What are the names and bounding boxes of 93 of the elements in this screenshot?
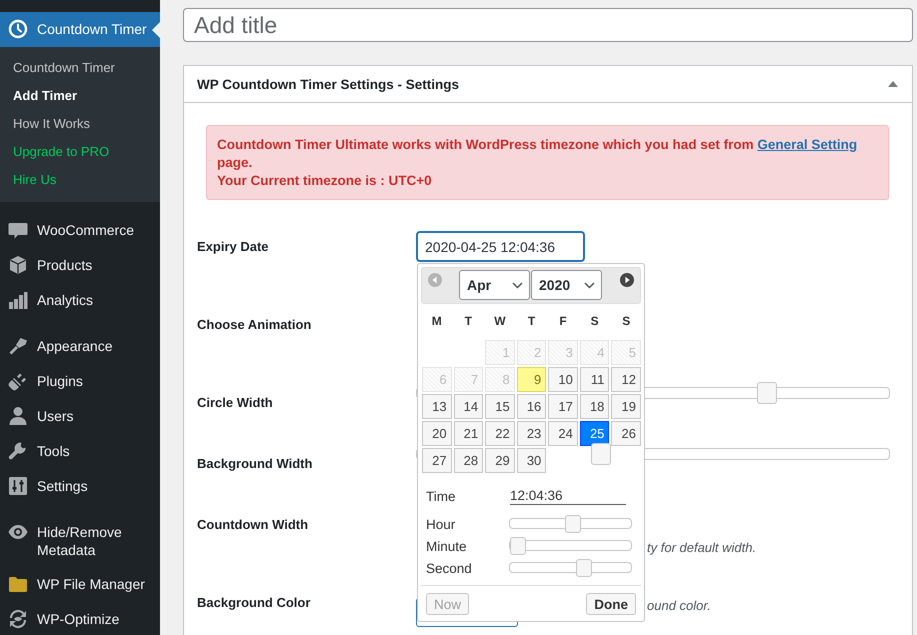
- calendar-day[interactable]: 10: [548, 367, 578, 392]
- weekday-label: W: [493, 313, 507, 330]
- menu-pointer-icon: [152, 22, 160, 38]
- menu-item[interactable]: Analytics: [0, 283, 160, 318]
- field-hint: ound color.: [647, 597, 711, 615]
- slider-track[interactable]: [509, 559, 632, 577]
- submenu-item[interactable]: Add Timer: [0, 82, 160, 110]
- field-hint: ty for default width.: [647, 539, 756, 557]
- eye-icon: [8, 522, 28, 542]
- field-label: Choose Animation: [197, 316, 312, 334]
- calendar-day[interactable]: 18: [580, 394, 610, 419]
- cube-icon: [8, 255, 28, 275]
- month-select[interactable]: Apr: [459, 270, 530, 300]
- slider-thumb[interactable]: [576, 559, 592, 577]
- paintbrush-icon: [8, 336, 28, 356]
- menu-item[interactable]: Countdown Timer: [0, 12, 160, 47]
- timezone-text: Your Current timezone is : UTC+0: [217, 172, 433, 190]
- calendar-day[interactable]: 16: [516, 394, 546, 419]
- submenu-item[interactable]: Hire Us: [0, 166, 160, 194]
- calendar-day[interactable]: 21: [454, 421, 484, 446]
- notice-text: Countdown Timer Ultimate works with WordPress timezone which you had set from General Setting page.: [217, 136, 858, 172]
- calendar-day[interactable]: 13: [422, 394, 452, 419]
- weekday-label: S: [590, 313, 600, 330]
- slider-thumb[interactable]: [756, 382, 777, 404]
- menu-item[interactable]: Appearance: [0, 329, 160, 364]
- weekday-label: M: [430, 313, 443, 330]
- chevron-down-icon: [512, 282, 523, 288]
- clock-icon: [8, 19, 28, 39]
- calendar-day[interactable]: 30: [516, 448, 546, 473]
- user-icon: [8, 406, 28, 426]
- calendar-day[interactable]: 20: [422, 421, 452, 446]
- field-label: Background Width: [197, 455, 314, 473]
- calendar-day[interactable]: 9: [516, 367, 546, 392]
- field-label: Countdown Width: [197, 516, 310, 534]
- slider-thumb[interactable]: [564, 515, 581, 533]
- menu-item[interactable]: WP File Manager: [0, 567, 160, 602]
- title-input[interactable]: Add title: [183, 8, 913, 42]
- calendar-day[interactable]: 11: [580, 367, 610, 392]
- wrench-icon: [8, 441, 28, 461]
- menu-item[interactable]: WP-Optimize: [0, 602, 160, 635]
- field-label: Background Color: [197, 594, 312, 612]
- weekday-label: S: [621, 313, 632, 330]
- calendar-day[interactable]: 22: [485, 421, 515, 446]
- field-label: Circle Width: [197, 394, 274, 412]
- submenu-item[interactable]: Upgrade to PRO: [0, 138, 160, 166]
- menu-item[interactable]: Tools: [0, 434, 160, 469]
- panel-title: WP Countdown Timer Settings - Settings: [197, 76, 460, 92]
- slider-label: Minute: [426, 538, 468, 554]
- slider-track[interactable]: [416, 443, 890, 465]
- weekday-label: T: [526, 313, 536, 330]
- sliders-icon: [8, 476, 28, 496]
- slider-label: Second: [426, 560, 473, 576]
- plug-icon: [8, 371, 28, 391]
- menu-item[interactable]: Settings: [0, 469, 160, 504]
- time-field[interactable]: 12:04:36: [510, 487, 626, 505]
- general-setting-link[interactable]: General Setting: [757, 137, 858, 152]
- time-label: Time: [426, 488, 456, 504]
- folder-icon: [8, 574, 28, 594]
- menu-item[interactable]: Plugins: [0, 364, 160, 399]
- slider-thumb[interactable]: [590, 443, 611, 465]
- circular-arrows-icon: [8, 609, 28, 629]
- caret-up-icon[interactable]: [888, 81, 898, 87]
- slider-track[interactable]: [509, 537, 632, 555]
- calendar-day[interactable]: 19: [611, 394, 641, 419]
- calendar-day[interactable]: 14: [454, 394, 484, 419]
- calendar-day[interactable]: 17: [548, 394, 578, 419]
- calendar-day[interactable]: 26: [611, 421, 641, 446]
- submenu-item[interactable]: How It Works: [0, 110, 160, 138]
- menu-item[interactable]: WooCommerce: [0, 213, 160, 248]
- calendar-day[interactable]: 24: [548, 421, 578, 446]
- menu-item[interactable]: Hide/Remove Metadata: [0, 515, 160, 567]
- slider-thumb[interactable]: [510, 537, 526, 555]
- weekday-label: T: [464, 313, 474, 330]
- chevron-down-icon: [584, 282, 595, 288]
- slider-track[interactable]: [509, 515, 632, 533]
- calendar-day[interactable]: 25: [580, 421, 610, 446]
- calendar-day[interactable]: 27: [422, 448, 452, 473]
- calendar-day[interactable]: 29: [485, 448, 515, 473]
- menu-item[interactable]: Users: [0, 399, 160, 434]
- calendar-day[interactable]: 12: [611, 367, 641, 392]
- weekday-label: F: [558, 313, 568, 330]
- calendar-day[interactable]: 15: [485, 394, 515, 419]
- date-input[interactable]: 2020-04-25 12:04:36: [416, 231, 585, 262]
- calendar-day[interactable]: 23: [516, 421, 546, 446]
- done-button[interactable]: Done: [586, 593, 636, 615]
- speech-bubble-icon: [8, 220, 28, 240]
- slider-label: Hour: [426, 516, 456, 532]
- submenu-item[interactable]: Countdown Timer: [0, 54, 160, 82]
- year-select[interactable]: 2020: [531, 270, 602, 300]
- field-label: Expiry Date: [197, 238, 270, 256]
- menu-item[interactable]: Products: [0, 248, 160, 283]
- calendar-day[interactable]: 28: [454, 448, 484, 473]
- bar-chart-icon: [8, 290, 28, 310]
